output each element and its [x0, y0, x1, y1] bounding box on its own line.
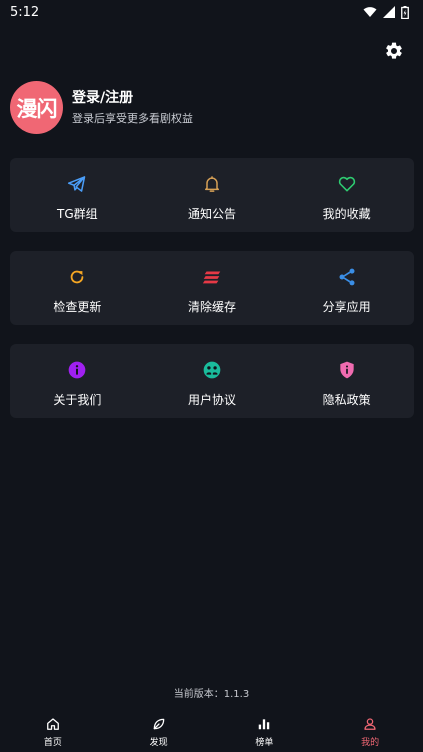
clear-cache-button[interactable]: 清除缓存 — [145, 251, 280, 325]
tg-group-button[interactable]: TG群组 — [10, 158, 145, 232]
tab-discover[interactable]: 发现 — [106, 712, 212, 752]
share-app-button[interactable]: 分享应用 — [279, 251, 414, 325]
profile-text: 登录/注册 登录后享受更多看剧权益 — [72, 89, 193, 126]
privacy-policy-label: 隐私政策 — [322, 393, 371, 407]
clear-cache-label: 清除缓存 — [188, 300, 237, 314]
status-bar: 5:12 — [0, 0, 423, 24]
gear-icon — [386, 42, 402, 59]
tab-home-label: 首页 — [43, 738, 62, 748]
menu-card-2: 检查更新 清除缓存 分享应用 — [10, 251, 414, 325]
about-us-button[interactable]: 关于我们 — [10, 344, 145, 418]
tab-ranking-label: 榜单 — [255, 738, 274, 748]
agreement-icon — [201, 359, 223, 381]
person-icon — [362, 716, 378, 732]
notice-label: 通知公告 — [188, 207, 237, 221]
avatar[interactable]: 漫闪 — [10, 81, 63, 134]
info-icon — [66, 359, 88, 381]
user-agreement-label: 用户协议 — [188, 393, 237, 407]
login-register-title[interactable]: 登录/注册 — [72, 89, 193, 107]
privacy-policy-button[interactable]: 隐私政策 — [279, 344, 414, 418]
status-icons — [363, 5, 409, 19]
settings-button[interactable] — [384, 41, 404, 61]
check-update-button[interactable]: 检查更新 — [10, 251, 145, 325]
menu-card-1: TG群组 通知公告 我的收藏 — [10, 158, 414, 232]
leaf-icon — [151, 716, 167, 732]
share-app-label: 分享应用 — [322, 300, 371, 314]
notice-button[interactable]: 通知公告 — [145, 158, 280, 232]
telegram-icon — [66, 173, 88, 195]
bar-chart-icon — [256, 716, 272, 732]
about-us-label: 关于我们 — [53, 393, 102, 407]
share-icon — [336, 266, 358, 288]
status-time: 5:12 — [10, 4, 40, 20]
tab-ranking[interactable]: 榜单 — [212, 712, 318, 752]
clear-cache-icon — [201, 266, 223, 288]
signal-icon — [383, 6, 395, 18]
bottom-tab-bar: 首页 发现 榜单 我的 — [0, 712, 423, 752]
profile-login[interactable]: 漫闪 登录/注册 登录后享受更多看剧权益 — [10, 81, 193, 134]
check-update-label: 检查更新 — [53, 300, 102, 314]
heart-icon — [336, 173, 358, 195]
favorites-button[interactable]: 我的收藏 — [279, 158, 414, 232]
battery-icon — [401, 5, 409, 19]
app-version: 当前版本：1.1.3 — [173, 689, 250, 700]
home-icon — [45, 716, 61, 732]
menu-card-3: 关于我们 用户协议 隐私政策 — [10, 344, 414, 418]
favorites-label: 我的收藏 — [322, 207, 371, 221]
tg-group-label: TG群组 — [57, 207, 98, 221]
wifi-icon — [363, 7, 377, 17]
privacy-shield-icon — [336, 359, 358, 381]
user-agreement-button[interactable]: 用户协议 — [145, 344, 280, 418]
tab-mine-label: 我的 — [361, 738, 380, 748]
tab-discover-label: 发现 — [149, 738, 168, 748]
tab-home[interactable]: 首页 — [0, 712, 106, 752]
bell-icon — [201, 173, 223, 195]
login-subtitle: 登录后享受更多看剧权益 — [72, 112, 193, 125]
tab-mine[interactable]: 我的 — [317, 712, 423, 752]
refresh-icon — [66, 266, 88, 288]
